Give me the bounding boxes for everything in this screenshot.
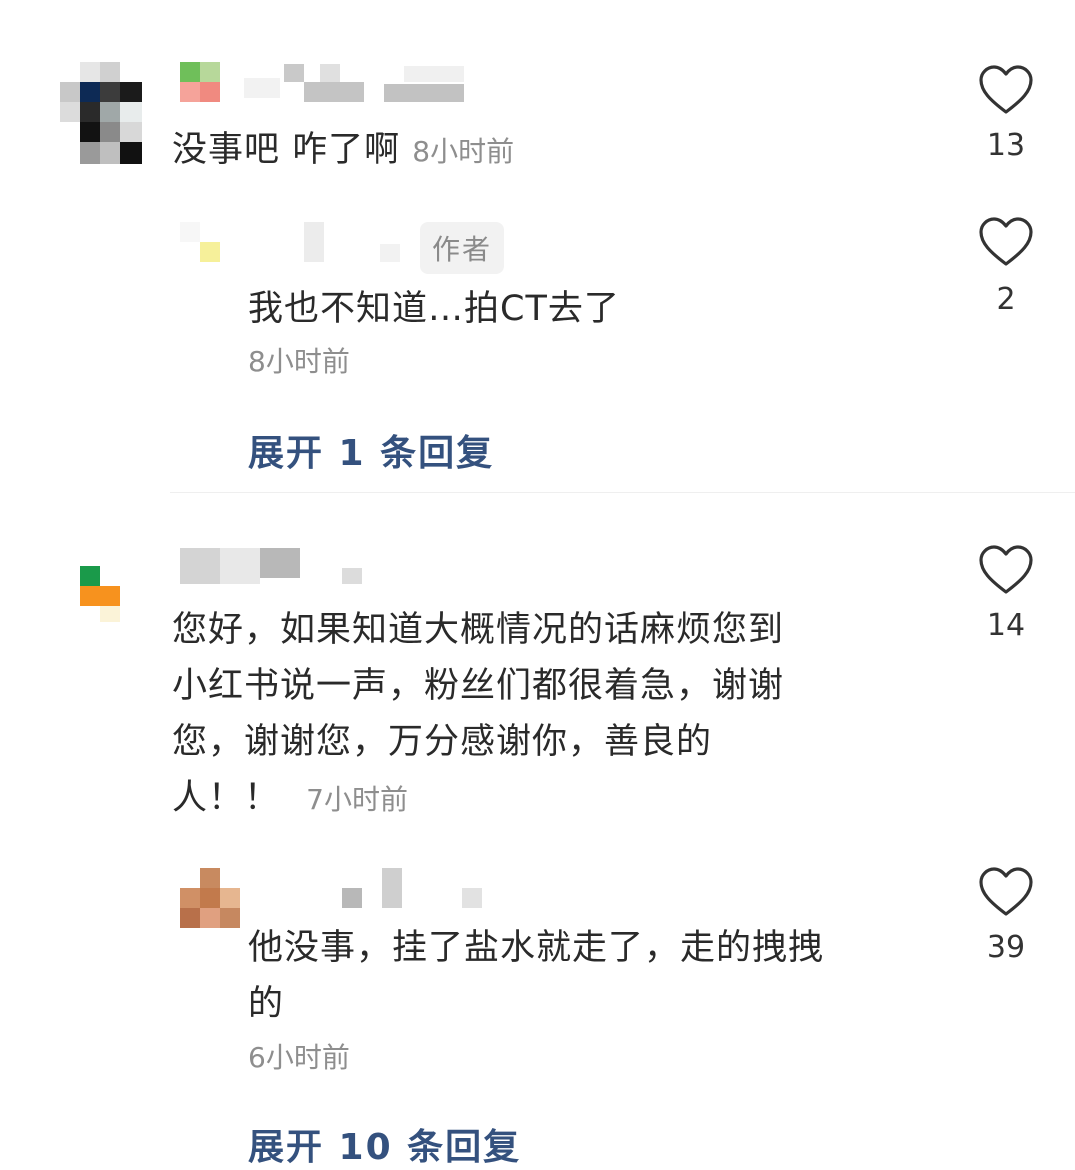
reply-line: 的 <box>248 984 285 1024</box>
like-count: 2 <box>996 282 1016 317</box>
reply-avatar[interactable] <box>180 222 240 282</box>
comment-body: 没事吧 咋了啊 <box>172 130 401 170</box>
like-count: 39 <box>986 930 1026 965</box>
comment-line-last: 人！！ 7小时前 <box>172 770 784 828</box>
comment-line: 人！！ <box>172 778 281 818</box>
expand-replies-link[interactable]: 展开 10 条回复 <box>248 1118 521 1170</box>
comment-line: 您好，如果知道大概情况的话麻烦您到 <box>172 610 785 650</box>
username-blurred[interactable] <box>180 62 470 104</box>
comment-time: 8小时前 <box>412 135 515 168</box>
comment-line: 小红书说一声，粉丝们都很着急，谢谢 <box>172 666 785 706</box>
avatar[interactable] <box>60 62 142 164</box>
comment-text: 没事吧 咋了啊 8小时前 <box>172 122 514 180</box>
reply-username-blurred[interactable] <box>296 222 416 264</box>
comment-body: 您好，如果知道大概情况的话麻烦您到 小红书说一声，粉丝们都很着急，谢谢 您，谢谢… <box>172 602 784 828</box>
heart-outline-icon[interactable] <box>978 216 1034 268</box>
like-count: 13 <box>986 128 1026 163</box>
reply-line: 他没事，挂了盐水就走了，走的拽拽 <box>248 928 825 968</box>
heart-outline-icon[interactable] <box>978 64 1034 116</box>
divider <box>170 492 1075 493</box>
reply-body: 我也不知道…拍CT去了 <box>248 289 620 329</box>
heart-outline-icon[interactable] <box>978 544 1034 596</box>
like-count: 14 <box>986 608 1026 643</box>
heart-outline-icon[interactable] <box>978 866 1034 918</box>
reply-time: 8小时前 <box>248 345 350 378</box>
reply-body: 他没事，挂了盐水就走了，走的拽拽 的 <box>248 920 824 1032</box>
avatar[interactable] <box>80 566 122 628</box>
expand-replies-link[interactable]: 展开 1 条回复 <box>248 424 494 476</box>
author-badge: 作者 <box>420 222 505 274</box>
comment-line: 您，谢谢您，万分感谢你，善良的 <box>172 722 713 762</box>
username-blurred[interactable] <box>176 546 376 588</box>
reply-username-blurred[interactable] <box>258 868 498 910</box>
comment-time: 7小时前 <box>306 783 408 816</box>
reply-time: 6小时前 <box>248 1041 350 1074</box>
reply-avatar[interactable] <box>180 868 242 930</box>
